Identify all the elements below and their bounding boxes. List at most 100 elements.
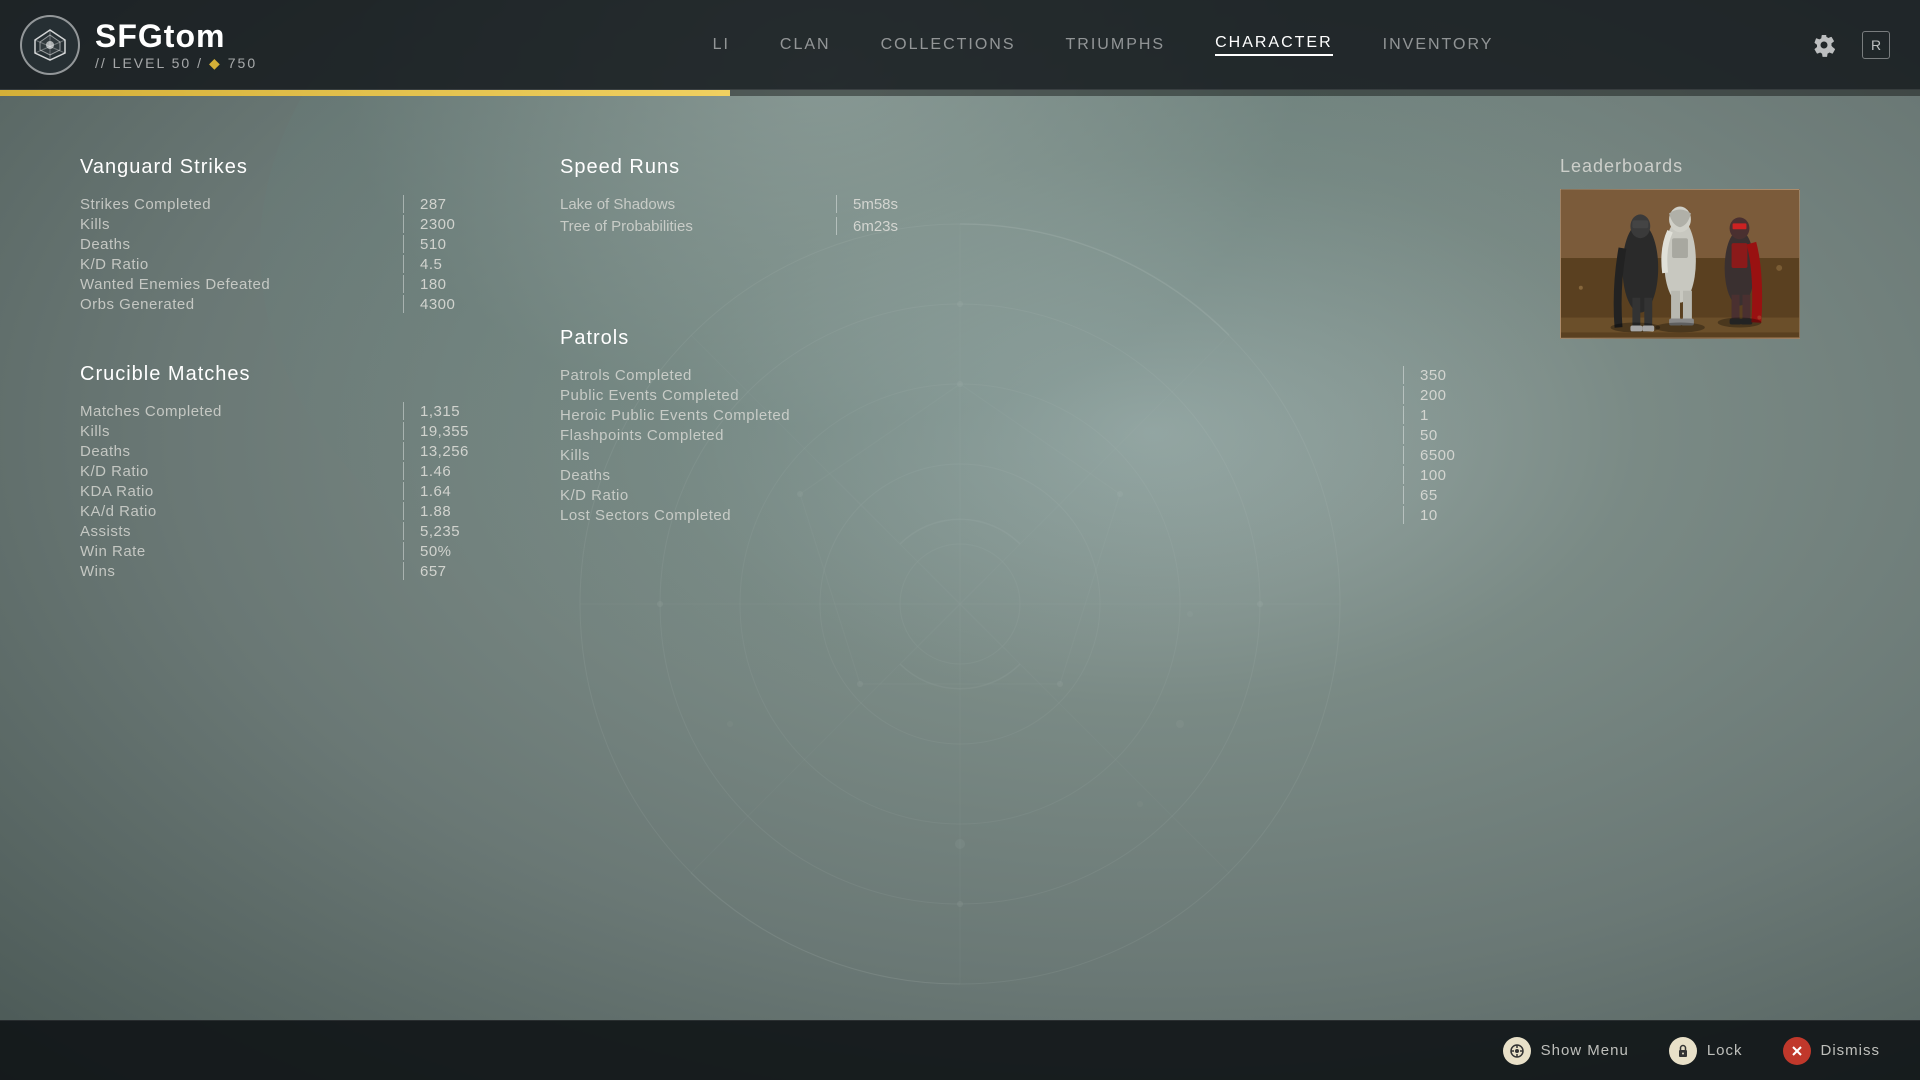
stat-divider	[1403, 506, 1404, 524]
table-row: Win Rate 50%	[80, 542, 500, 560]
stat-value: 100	[1420, 467, 1500, 484]
stat-divider	[403, 422, 404, 440]
nav-item-collections[interactable]: COLLECTIONS	[881, 36, 1016, 54]
stat-divider	[403, 215, 404, 233]
table-row: Tree of Probabilities 6m23s	[560, 217, 1500, 235]
header: SFGtom // LEVEL 50 / ◆ 750 LI CLAN COLLE…	[0, 0, 1920, 90]
stat-divider	[836, 217, 837, 235]
dismiss-button[interactable]	[1783, 1037, 1811, 1065]
table-row: Kills 2300	[80, 215, 500, 233]
player-name: SFGtom	[95, 18, 257, 55]
stat-value: 1,315	[420, 403, 500, 420]
center-column: Speed Runs Lake of Shadows 5m58s Tree of…	[500, 156, 1560, 524]
main-content: Vanguard Strikes Strikes Completed 287 K…	[0, 96, 1920, 1020]
stat-divider	[1403, 426, 1404, 444]
lock-action[interactable]: Lock	[1669, 1037, 1743, 1065]
crucible-matches-section: Crucible Matches Matches Completed 1,315…	[80, 363, 500, 580]
table-row: K/D Ratio 4.5	[80, 255, 500, 273]
right-column: Leaderboards	[1560, 156, 1840, 339]
speed-run-value: 5m58s	[853, 196, 898, 213]
leaderboards-title: Leaderboards	[1560, 156, 1840, 177]
nav-item-inventory[interactable]: INVENTORY	[1383, 36, 1494, 54]
stat-value: 65	[1420, 487, 1500, 504]
stat-divider	[403, 442, 404, 460]
stat-value: 510	[420, 236, 500, 253]
stat-divider	[403, 195, 404, 213]
table-row: Public Events Completed 200	[560, 386, 1500, 404]
patrols-stats: Patrols Completed 350 Public Events Comp…	[560, 366, 1500, 524]
stat-label: Flashpoints Completed	[560, 427, 1387, 444]
stat-label: Patrols Completed	[560, 367, 1387, 384]
vanguard-strikes-section: Vanguard Strikes Strikes Completed 287 K…	[80, 156, 500, 313]
xp-bar-fill	[0, 90, 730, 96]
table-row: Lost Sectors Completed 10	[560, 506, 1500, 524]
stat-divider	[403, 462, 404, 480]
nav-item-character[interactable]: CHARACTER	[1215, 34, 1333, 56]
show-menu-action[interactable]: Show Menu	[1503, 1037, 1629, 1065]
stat-value: 19,355	[420, 423, 500, 440]
nav-item-li[interactable]: LI	[713, 36, 730, 54]
table-row: K/D Ratio 1.46	[80, 462, 500, 480]
stat-divider	[403, 482, 404, 500]
settings-button[interactable]	[1806, 27, 1842, 63]
stat-label: K/D Ratio	[560, 487, 1387, 504]
table-row: Wanted Enemies Defeated 180	[80, 275, 500, 293]
table-row: K/D Ratio 65	[560, 486, 1500, 504]
stat-divider	[403, 542, 404, 560]
main-navigation: LI CLAN COLLECTIONS TRIUMPHS CHARACTER I…	[400, 34, 1806, 56]
stat-label: Public Events Completed	[560, 387, 1387, 404]
stat-divider	[1403, 386, 1404, 404]
nav-item-triumphs[interactable]: TRIUMPHS	[1066, 36, 1166, 54]
stat-divider	[403, 235, 404, 253]
table-row: Wins 657	[80, 562, 500, 580]
stat-value: 10	[1420, 507, 1500, 524]
stat-value: 2300	[420, 216, 500, 233]
lock-button[interactable]	[1669, 1037, 1697, 1065]
crucible-matches-stats: Matches Completed 1,315 Kills 19,355 Dea…	[80, 402, 500, 580]
table-row: KA/d Ratio 1.88	[80, 502, 500, 520]
record-icon: R	[1871, 37, 1881, 53]
speed-runs-title: Speed Runs	[560, 156, 1500, 179]
show-menu-button[interactable]	[1503, 1037, 1531, 1065]
stat-divider	[1403, 406, 1404, 424]
dismiss-label: Dismiss	[1821, 1042, 1881, 1059]
stat-divider	[1403, 466, 1404, 484]
stat-label: Lost Sectors Completed	[560, 507, 1387, 524]
table-row: Flashpoints Completed 50	[560, 426, 1500, 444]
stat-value: 50%	[420, 543, 500, 560]
speed-runs-section: Speed Runs Lake of Shadows 5m58s Tree of…	[560, 156, 1500, 237]
stat-label: K/D Ratio	[80, 463, 387, 480]
stat-divider	[1403, 446, 1404, 464]
dismiss-action[interactable]: Dismiss	[1783, 1037, 1881, 1065]
stat-label: KA/d Ratio	[80, 503, 387, 520]
patrols-section: Patrols Patrols Completed 350 Public Eve…	[560, 327, 1500, 524]
speed-runs-stats: Lake of Shadows 5m58s Tree of Probabilit…	[560, 195, 1500, 237]
stat-label: K/D Ratio	[80, 256, 387, 273]
xp-bar-container	[0, 90, 1920, 96]
table-row: Strikes Completed 287	[80, 195, 500, 213]
stat-label: Win Rate	[80, 543, 387, 560]
light-icon: ◆	[209, 55, 222, 72]
vanguard-strikes-stats: Strikes Completed 287 Kills 2300 Deaths …	[80, 195, 500, 313]
stat-label: Deaths	[560, 467, 1387, 484]
nav-item-clan[interactable]: CLAN	[780, 36, 831, 54]
table-row: KDA Ratio 1.64	[80, 482, 500, 500]
stat-value: 1.64	[420, 483, 500, 500]
table-row: Orbs Generated 4300	[80, 295, 500, 313]
stat-value: 287	[420, 196, 500, 213]
stat-label: Orbs Generated	[80, 296, 387, 313]
guardian-icon	[20, 15, 80, 75]
stat-divider	[403, 522, 404, 540]
speed-run-label: Tree of Probabilities	[560, 218, 820, 235]
table-row: Assists 5,235	[80, 522, 500, 540]
stat-value: 1	[1420, 407, 1500, 424]
table-row: Lake of Shadows 5m58s	[560, 195, 1500, 213]
patrols-title: Patrols	[560, 327, 1500, 350]
stat-value: 4.5	[420, 256, 500, 273]
left-column: Vanguard Strikes Strikes Completed 287 K…	[80, 156, 500, 580]
stat-divider	[403, 275, 404, 293]
footer: Show Menu Lock Dismiss	[0, 1020, 1920, 1080]
stat-label: Matches Completed	[80, 403, 387, 420]
record-button[interactable]: R	[1862, 31, 1890, 59]
stat-label: Strikes Completed	[80, 196, 387, 213]
